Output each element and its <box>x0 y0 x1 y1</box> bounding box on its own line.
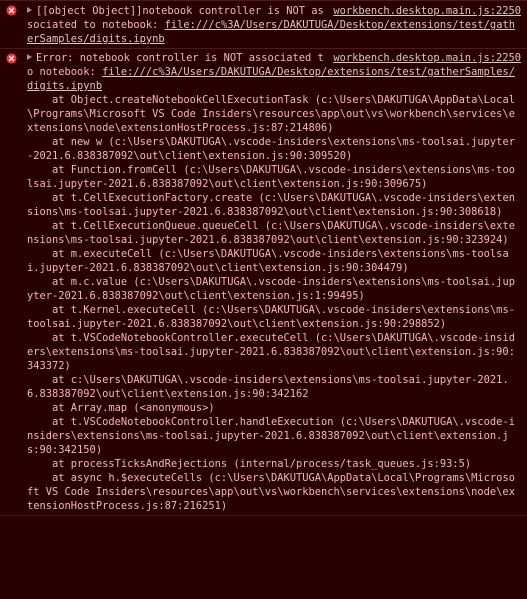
stack-frame: at async h.$executeCells (c:\Users\DAKUT… <box>27 472 515 512</box>
stack-trace: at Object.createNotebookCellExecutionTas… <box>27 93 521 513</box>
expand-triangle-icon[interactable] <box>27 7 32 13</box>
error-circle-x-icon <box>6 5 17 16</box>
stack-frame: at t.Kernel.executeCell (c:\Users\DAKUTU… <box>27 304 515 330</box>
console-message-collapsed[interactable]: workbench.desktop.main.js:2250 [[object … <box>0 0 527 49</box>
stack-frame: at t.CellExecutionFactory.create (c:\Use… <box>27 192 515 218</box>
stack-frame: at t.VSCodeNotebookController.handleExec… <box>27 416 515 456</box>
stack-frame: at Object.createNotebookCellExecutionTas… <box>27 94 515 134</box>
source-link[interactable]: workbench.desktop.main.js:2250 <box>333 51 521 65</box>
stack-frame: at m.c.value (c:\Users\DAKUTUGA\.vscode-… <box>27 276 515 302</box>
stack-frame: at t.VSCodeNotebookController.executeCel… <box>27 332 515 372</box>
stack-frame: at Function.fromCell (c:\Users\DAKUTUGA\… <box>27 164 515 190</box>
console-message-expanded[interactable]: workbench.desktop.main.js:2250 Error: no… <box>0 49 527 516</box>
stack-frame: at t.CellExecutionQueue.queueCell (c:\Us… <box>27 220 515 246</box>
stack-frame: at Array.map (<anonymous>) <box>27 402 215 414</box>
devtools-console: workbench.desktop.main.js:2250 [[object … <box>0 0 527 599</box>
stack-frame: at c:\Users\DAKUTUGA\.vscode-insiders\ex… <box>27 374 509 400</box>
error-circle-x-icon <box>6 53 17 64</box>
stack-frame: at processTicksAndRejections (internal/p… <box>27 458 472 470</box>
stack-frame: at new w (c:\Users\DAKUTUGA\.vscode-insi… <box>27 136 515 162</box>
source-link[interactable]: workbench.desktop.main.js:2250 <box>333 4 521 18</box>
stack-frame: at m.executeCell (c:\Users\DAKUTUGA\.vsc… <box>27 248 509 274</box>
collapse-triangle-icon[interactable] <box>27 54 32 60</box>
